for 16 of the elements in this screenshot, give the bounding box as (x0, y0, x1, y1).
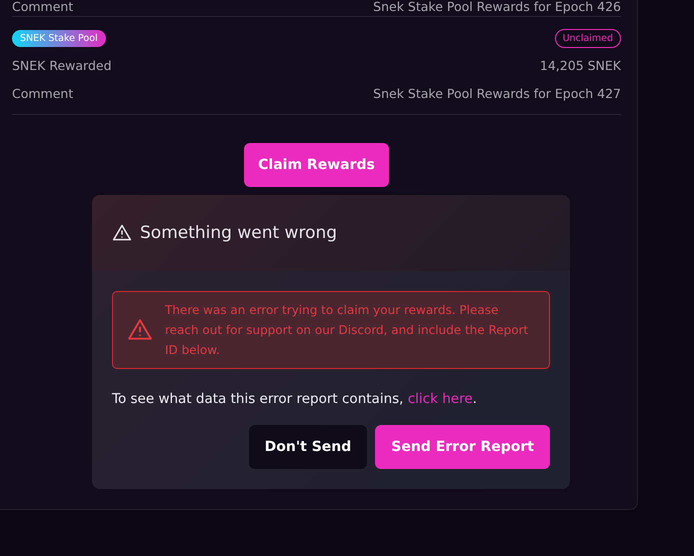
send-report-button[interactable]: Send Error Report (375, 425, 550, 469)
warning-icon (112, 223, 132, 243)
error-message: There was an error trying to claim your rewards. Please reach out for support on our Discord, and include the Report ID below. (165, 302, 530, 359)
status-badge: Unclaimed (554, 29, 621, 48)
reward-value: Snek Stake Pool Rewards for Epoch 426 (373, 0, 621, 14)
reward-label: Comment (12, 0, 74, 14)
claim-rewards-button[interactable]: Claim Rewards (244, 143, 389, 187)
info-text: To see what data this error report contains, click here. (112, 391, 478, 407)
pool-tag: SNEK Stake Pool (12, 30, 106, 47)
reward-label: SNEK Rewarded (12, 57, 112, 75)
reward-value: 14,205 SNEK (540, 57, 621, 75)
reward-value: Snek Stake Pool Rewards for Epoch 427 (373, 85, 621, 103)
dont-send-button[interactable]: Don't Send (248, 425, 368, 469)
reward-label: Comment (12, 85, 74, 103)
click-here-link[interactable]: click here (408, 391, 473, 407)
dialog-title: Something went wrong (140, 223, 338, 243)
